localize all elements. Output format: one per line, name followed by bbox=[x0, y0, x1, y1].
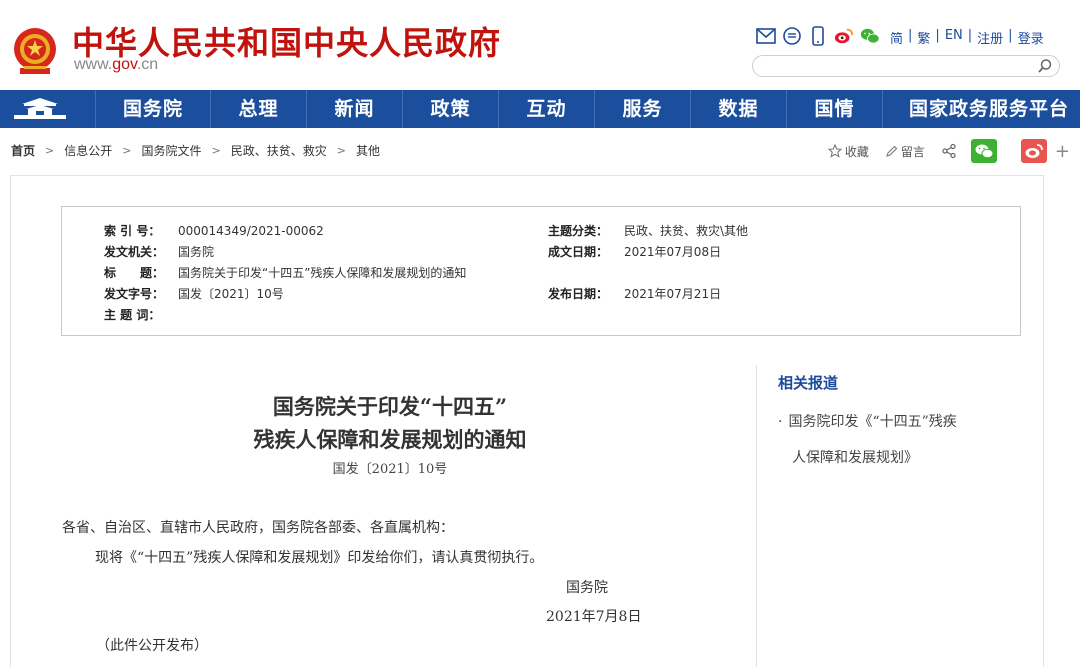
lang-english-link[interactable]: EN bbox=[945, 28, 963, 47]
meta-keywords-row: 主 题 词： bbox=[104, 306, 178, 323]
breadcrumb-state-council-docs[interactable]: 国务院文件 bbox=[141, 142, 201, 159]
related-report-line1: 国务院印发《“十四五”残疾 bbox=[788, 414, 957, 430]
more-share-button[interactable]: + bbox=[1055, 141, 1070, 162]
weibo-icon[interactable] bbox=[834, 26, 854, 46]
mail-icon[interactable] bbox=[756, 26, 776, 46]
breadcrumb-separator: > bbox=[336, 144, 346, 157]
nav-item-premier[interactable]: 总理 bbox=[210, 90, 306, 128]
lang-simplified-link[interactable]: 简 bbox=[890, 28, 903, 47]
nav-item-state-council[interactable]: 国务院 bbox=[95, 90, 210, 128]
document-signer: 国务院 bbox=[566, 580, 608, 596]
document-metadata-table: 索 引 号： 000014349/2021-00062 主题分类： 民政、扶贫、救灾… bbox=[61, 206, 1021, 336]
meta-issuer-value: 国务院 bbox=[178, 245, 215, 259]
top-links: 简 | 繁 | EN | 注册 | 登录 bbox=[890, 28, 1044, 47]
favorite-label: 收藏 bbox=[844, 144, 869, 159]
breadcrumb-other[interactable]: 其他 bbox=[356, 142, 380, 159]
main-nav: 国务院 总理 新闻 政策 互动 服务 数据 国情 国家政务服务平台 bbox=[0, 90, 1080, 128]
meta-written-label: 成文日期： bbox=[548, 245, 609, 259]
breadcrumb-separator: > bbox=[122, 144, 132, 157]
search-input[interactable] bbox=[763, 58, 1023, 74]
breadcrumb-info-disclosure[interactable]: 信息公开 bbox=[64, 142, 112, 159]
sidebar-divider bbox=[756, 365, 757, 667]
lang-traditional-link[interactable]: 繁 bbox=[917, 28, 930, 47]
document-title-line1: 国务院关于印发“十四五” bbox=[272, 394, 508, 419]
weibo-share-button[interactable] bbox=[1020, 139, 1047, 163]
meta-keywords-label: 主 题 词： bbox=[104, 308, 161, 322]
weibo-icon bbox=[1025, 144, 1043, 158]
nav-item-services[interactable]: 服务 bbox=[594, 90, 690, 128]
meta-written-row: 成文日期： 2021年07月08日 bbox=[548, 243, 721, 260]
nav-item-policy[interactable]: 政策 bbox=[402, 90, 498, 128]
meta-topic-value: 民政、扶贫、救灾\其他 bbox=[624, 224, 749, 238]
meta-docno-label: 发文字号： bbox=[104, 287, 165, 301]
site-url-suffix: .cn bbox=[136, 56, 159, 73]
register-link[interactable]: 注册 bbox=[977, 28, 1003, 47]
wechat-icon bbox=[975, 144, 994, 159]
document-note: （此件公开发布） bbox=[96, 638, 208, 654]
comment-label: 留言 bbox=[900, 144, 925, 159]
favorite-button[interactable]: 收藏 bbox=[827, 143, 869, 160]
meta-published-label: 发布日期： bbox=[548, 287, 609, 301]
meta-index-row: 索 引 号： 000014349/2021-00062 bbox=[104, 222, 324, 239]
meta-topic-row: 主题分类： 民政、扶贫、救灾\其他 bbox=[548, 222, 748, 239]
site-url-brand: gov bbox=[112, 56, 137, 73]
bullet-icon: · bbox=[778, 414, 783, 430]
meta-topic-label: 主题分类： bbox=[548, 224, 609, 238]
meta-title-label: 标 题： bbox=[104, 266, 165, 280]
mobile-icon[interactable] bbox=[808, 26, 828, 46]
nav-item-data[interactable]: 数据 bbox=[690, 90, 786, 128]
search-icon[interactable] bbox=[1037, 58, 1053, 74]
related-reports-title: 相关报道 bbox=[778, 374, 839, 392]
meta-issuer-row: 发文机关： 国务院 bbox=[104, 243, 214, 260]
nav-item-interaction[interactable]: 互动 bbox=[498, 90, 594, 128]
breadcrumb: 首页 > 信息公开 > 国务院文件 > 民政、扶贫、救灾 > 其他 bbox=[11, 142, 380, 159]
meta-published-value: 2021年07月21日 bbox=[624, 287, 722, 301]
breadcrumb-home[interactable]: 首页 bbox=[11, 142, 35, 159]
document-date: 2021年7月8日 bbox=[546, 609, 642, 625]
meta-index-label: 索 引 号： bbox=[104, 224, 161, 238]
meta-index-value: 000014349/2021-00062 bbox=[178, 224, 324, 238]
comment-button[interactable]: 留言 bbox=[885, 143, 925, 160]
breadcrumb-separator: > bbox=[45, 144, 55, 157]
meta-docno-row: 发文字号： 国发〔2021〕10号 bbox=[104, 285, 284, 302]
breadcrumb-separator: > bbox=[211, 144, 221, 157]
related-report-link[interactable]: · 国务院印发《“十四五”残疾 人保障和发展规划》 bbox=[778, 404, 1038, 476]
meta-issuer-label: 发文机关： bbox=[104, 245, 165, 259]
document-salutation: 各省、自治区、直辖市人民政府，国务院各部委、各直属机构： bbox=[62, 520, 454, 536]
document-title-line2: 残疾人保障和发展规划的通知 bbox=[253, 427, 527, 452]
tiananmen-logo-icon[interactable] bbox=[0, 90, 80, 128]
site-url-prefix: www. bbox=[74, 56, 113, 73]
nav-item-government-service-platform[interactable]: 国家政务服务平台 bbox=[882, 90, 1080, 128]
document-number: 国发〔2021〕10号 bbox=[332, 462, 448, 477]
top-icons bbox=[756, 24, 880, 48]
national-emblem-icon[interactable] bbox=[12, 26, 58, 76]
meta-published-row: 发布日期： 2021年07月21日 bbox=[548, 285, 721, 302]
search-box bbox=[752, 55, 1060, 77]
rss-icon[interactable] bbox=[782, 26, 802, 46]
nav-item-news[interactable]: 新闻 bbox=[306, 90, 402, 128]
document-body: 现将《“十四五”残疾人保障和发展规划》印发给你们，请认真贯彻执行。 bbox=[95, 550, 544, 566]
meta-written-value: 2021年07月08日 bbox=[624, 245, 722, 259]
nav-item-national-conditions[interactable]: 国情 bbox=[786, 90, 882, 128]
share-icon[interactable] bbox=[941, 143, 957, 159]
site-header: 中华人民共和国中央人民政府 www.gov.cn 简 | 繁 | EN | 注册 | 登… bbox=[0, 0, 1080, 90]
star-icon bbox=[827, 144, 842, 158]
site-url[interactable]: www.gov.cn bbox=[74, 56, 158, 74]
login-link[interactable]: 登录 bbox=[1018, 28, 1044, 47]
meta-title-row: 标 题： 国务院关于印发“十四五”残疾人保障和发展规划的通知 bbox=[104, 264, 466, 281]
pencil-icon bbox=[886, 145, 898, 157]
related-report-line2: 人保障和发展规划》 bbox=[792, 450, 918, 466]
share-bar: 收藏 留言 + bbox=[827, 138, 1070, 164]
meta-docno-value: 国发〔2021〕10号 bbox=[178, 287, 284, 301]
wechat-share-button[interactable] bbox=[970, 139, 997, 163]
breadcrumb-civil-affairs[interactable]: 民政、扶贫、救灾 bbox=[231, 142, 327, 159]
meta-title-value: 国务院关于印发“十四五”残疾人保障和发展规划的通知 bbox=[178, 266, 467, 280]
document-title: 国务院关于印发“十四五” 残疾人保障和发展规划的通知 bbox=[180, 390, 600, 456]
wechat-icon[interactable] bbox=[860, 26, 880, 46]
